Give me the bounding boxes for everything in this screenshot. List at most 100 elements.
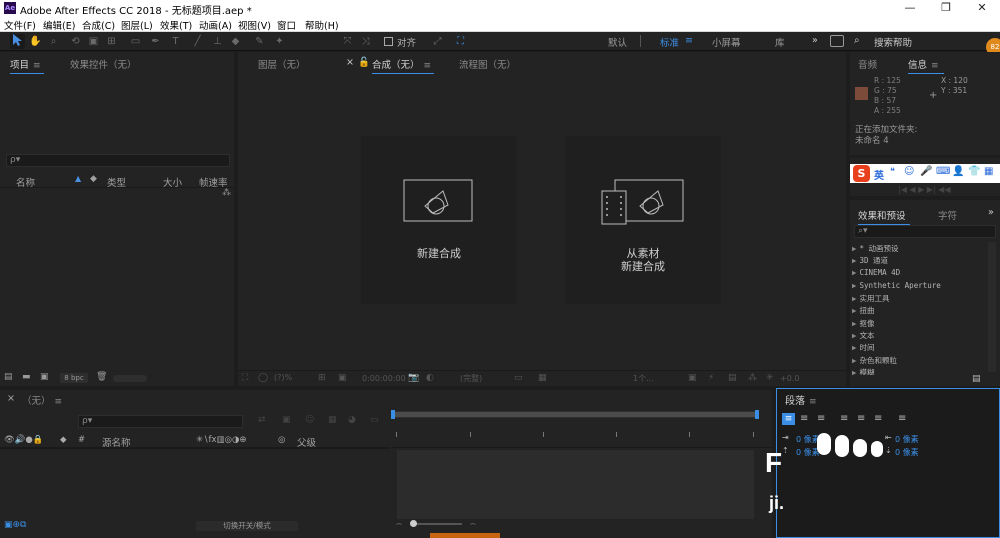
new-composition-from-footage-card[interactable]: 从素材 新建合成 (565, 136, 721, 304)
skin-icon[interactable]: 👕 (968, 166, 980, 177)
world-axis-icon[interactable]: ⤨ (358, 34, 373, 49)
magnification-dropdown[interactable]: (?)% (274, 373, 292, 382)
panel-menu-icon[interactable]: ≡ (55, 397, 63, 407)
search-help-toggle-icon[interactable] (830, 35, 844, 47)
work-area-range[interactable] (392, 412, 758, 417)
effects-scrollbar[interactable] (988, 242, 996, 372)
parent-pickwhip-icon[interactable]: ◎ (278, 435, 285, 445)
fast-previews-icon[interactable]: ⚡ (708, 373, 714, 383)
delete-icon[interactable]: 🗑 (96, 372, 107, 382)
effect-category[interactable]: ▶ 实用工具 (852, 293, 890, 304)
effect-category[interactable]: ▶ 抠像 (852, 318, 875, 329)
type-tool-icon[interactable]: T (168, 34, 183, 49)
effect-category[interactable]: ▶ CINEMA 4D (852, 268, 900, 277)
workspace-library[interactable]: 库 (775, 35, 785, 49)
effect-category[interactable]: ▶ 杂色和颗粒 (852, 355, 897, 366)
switches-icon[interactable]: ✳∖fx▥◎◑⊕ (196, 435, 247, 445)
eraser-tool-icon[interactable]: ◆ (228, 34, 243, 49)
puppet-tool-icon[interactable]: ✦ (272, 34, 287, 49)
menu-edit[interactable]: 编辑(E) (43, 18, 75, 32)
interpret-footage-icon[interactable]: ▤ (4, 372, 13, 382)
effect-category[interactable]: ▶ Synthetic Aperture (852, 281, 941, 290)
current-time-display[interactable]: 0:00:00:00 (362, 374, 406, 383)
menu-effect[interactable]: 效果(T) (160, 18, 192, 32)
toolbox-icon[interactable]: ▦ (984, 166, 993, 177)
zoom-out-icon[interactable]: ⌢ (396, 519, 402, 529)
column-framerate[interactable]: 帧速率 (199, 175, 228, 189)
flowchart-icon[interactable]: ⁂ (222, 188, 231, 198)
tab-effects-presets[interactable]: 效果和预设 (858, 208, 910, 225)
column-size[interactable]: 大小 (163, 175, 182, 189)
keyboard-icon[interactable]: ⌨ (936, 166, 950, 177)
timeline-icon[interactable]: ▤ (728, 373, 737, 383)
comp-mini-flowchart-icon[interactable]: ⇄ (258, 415, 266, 425)
tab-audio[interactable]: 音频 (858, 57, 877, 71)
justify-last-center-icon[interactable]: ≡ (857, 413, 865, 424)
tab-composition[interactable]: 合成（无） ≡ (372, 57, 434, 74)
pen-tool-icon[interactable]: ✒ (148, 34, 163, 49)
frame-blending-icon[interactable]: ▦ (328, 415, 337, 425)
effects-search-input[interactable]: ⌕▾ (854, 225, 996, 238)
project-search-input[interactable]: ρ▾ (6, 154, 230, 167)
rotate-tool-icon[interactable]: ⟲ (68, 34, 83, 49)
microphone-icon[interactable]: 🎤 (920, 166, 932, 177)
workspace-standard-menu-icon[interactable]: ≡ (685, 35, 693, 46)
local-axis-icon[interactable]: ⤧ (340, 34, 355, 49)
snap-target-icon[interactable]: ⛶ (453, 34, 468, 49)
workspace-overflow-icon[interactable]: » (812, 35, 818, 46)
rectangle-tool-icon[interactable]: ▭ (128, 34, 143, 49)
new-composition-card[interactable]: 新建合成 (361, 136, 517, 304)
flowchart-view-icon[interactable]: ⁂ (748, 373, 757, 383)
grid-icon[interactable]: ⊞ (318, 373, 326, 383)
close-timeline-icon[interactable]: × (7, 393, 15, 404)
align-right-icon[interactable]: ≡ (817, 413, 825, 424)
tab-effect-controls[interactable]: 效果控件（无） (70, 57, 137, 71)
label-tag-icon[interactable]: ◆ (90, 174, 97, 184)
workspace-small-screen[interactable]: 小屏幕 (712, 35, 741, 49)
tab-timeline[interactable]: （无） ≡ (22, 393, 62, 407)
align-center-icon[interactable]: ≡ (800, 413, 808, 424)
column-parent[interactable]: 父级 (297, 435, 316, 449)
show-channel-icon[interactable]: ◐ (426, 373, 434, 383)
justify-all-icon[interactable]: ≡ (898, 413, 906, 424)
always-preview-icon[interactable]: ⛶ (242, 373, 248, 383)
snapshot-icon[interactable]: 📷 (408, 373, 419, 383)
effect-category[interactable]: ▶ 3D 通道 (852, 255, 888, 266)
tab-flowchart[interactable]: 流程图（无） (459, 57, 516, 71)
work-area-start-handle[interactable] (391, 410, 395, 419)
av-features-icon[interactable]: 👁🔊●🔒 (4, 435, 43, 445)
work-area-bar[interactable] (391, 410, 759, 419)
effect-category[interactable]: ▶ 扭曲 (852, 305, 875, 316)
resolution-dropdown[interactable]: (完整) (460, 373, 482, 384)
snap-options-icon[interactable]: ⤢ (430, 34, 445, 49)
zoom-in-icon[interactable]: ⌢ (470, 519, 476, 529)
menu-composition[interactable]: 合成(C) (82, 18, 115, 32)
search-help[interactable]: ⌕ 搜索帮助 (830, 35, 1000, 49)
menu-view[interactable]: 视图(V) (238, 18, 271, 32)
minimize-button[interactable]: — (892, 0, 928, 17)
column-source-name[interactable]: 源名称 (102, 435, 131, 449)
time-ruler[interactable] (392, 420, 772, 448)
camera-tool-icon[interactable]: ▣ (86, 34, 101, 49)
zoom-tool-icon[interactable]: ⌕ (46, 34, 61, 49)
sort-asc-icon[interactable]: ▲ (75, 174, 81, 183)
maximize-button[interactable]: ❐ (928, 0, 964, 17)
panel-overflow-icon[interactable]: » (988, 207, 994, 218)
clone-stamp-tool-icon[interactable]: ⊥ (210, 34, 225, 49)
panel-menu-icon[interactable]: ≡ (424, 61, 432, 71)
close-button[interactable]: ✕ (964, 0, 1000, 17)
close-tab-icon[interactable]: × (346, 57, 354, 68)
new-composition-icon[interactable]: ▣ (40, 372, 49, 382)
effect-category[interactable]: ▶ 时间 (852, 342, 875, 353)
views-dropdown[interactable]: 1个... (633, 373, 654, 384)
new-folder-icon[interactable]: ▬ (22, 372, 31, 382)
region-of-interest-icon[interactable]: ▭ (514, 373, 523, 383)
shy-layers-icon[interactable]: ☺ (305, 415, 314, 425)
timeline-track-area[interactable] (397, 450, 754, 519)
effect-category[interactable]: ▶ 模糊 (852, 367, 875, 375)
roto-brush-tool-icon[interactable]: ✎ (252, 34, 267, 49)
panel-menu-icon[interactable]: ≡ (809, 397, 817, 407)
justify-last-left-icon[interactable]: ≡ (840, 413, 848, 424)
zoom-slider-thumb[interactable] (410, 520, 417, 527)
label-icon[interactable]: ◆ (60, 435, 67, 445)
